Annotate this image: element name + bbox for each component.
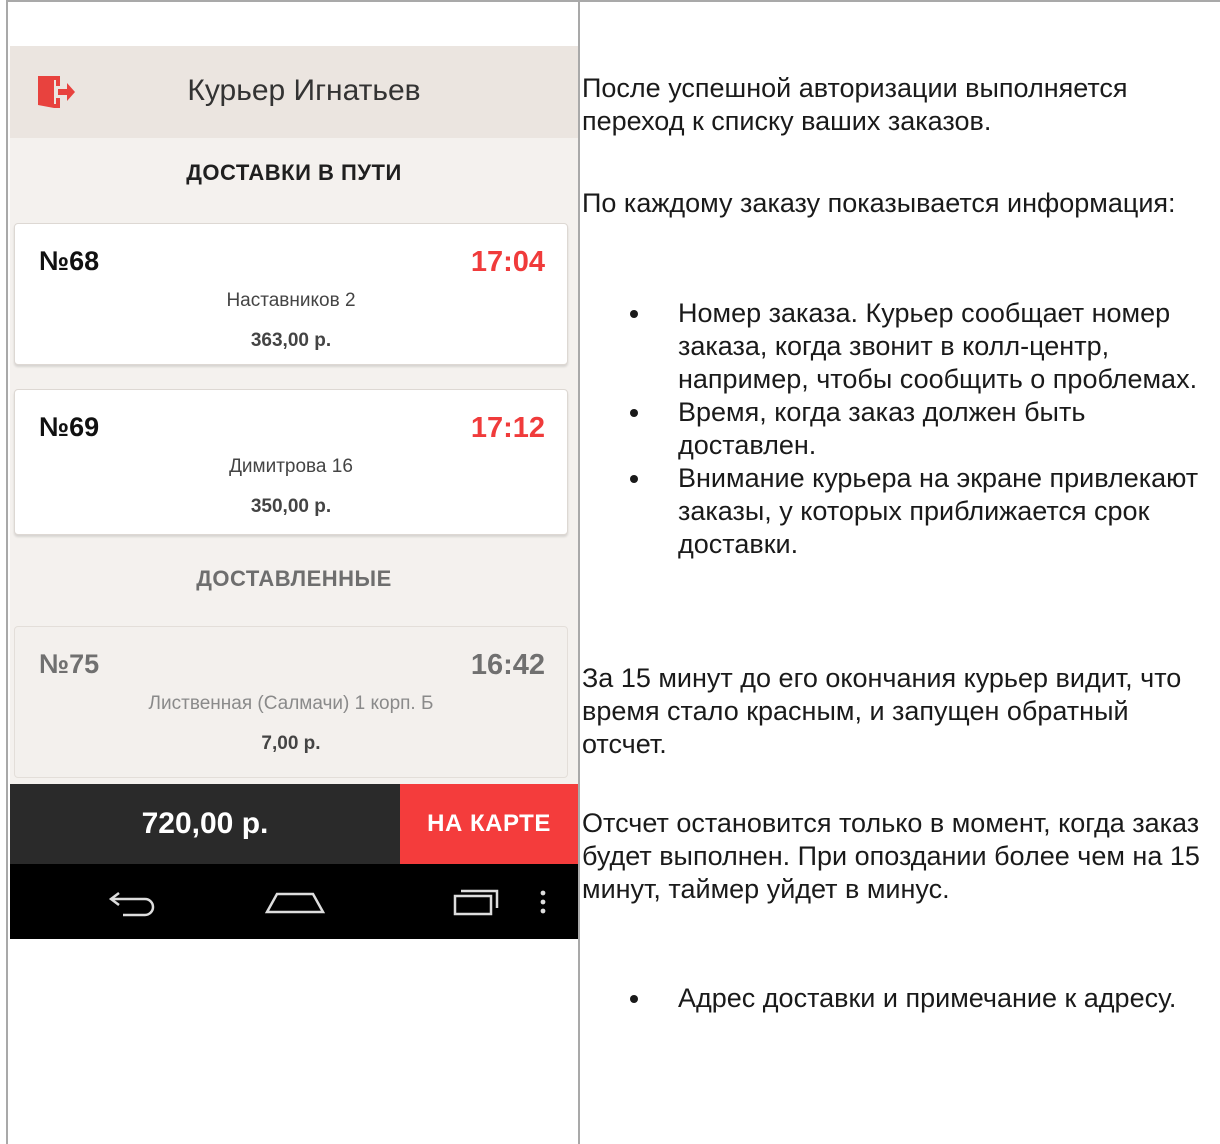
bullet-icon	[630, 409, 638, 417]
bullet-icon	[630, 995, 638, 1003]
on-map-button[interactable]: НА КАРТЕ	[400, 784, 578, 864]
left-border	[6, 0, 8, 1144]
list-item: Адрес доставки и примечание к адресу.	[582, 982, 1218, 1015]
app-bar: Курьер Игнатьев	[10, 46, 578, 138]
table-frame: Курьер Игнатьев ДОСТАВКИ В ПУТИ №68 17:0…	[0, 0, 1220, 1144]
delivered-order-card[interactable]: №75 16:42 Лиственная (Салмачи) 1 корп. Б…	[14, 626, 568, 778]
order-sum: 350,00 р.	[250, 496, 332, 517]
order-number: №69	[39, 412, 100, 442]
section-title-in-transit: ДОСТАВКИ В ПУТИ	[186, 160, 402, 185]
order-address: Лиственная (Салмачи) 1 корп. Б	[148, 693, 434, 714]
order-sum: 7,00 р.	[261, 733, 321, 754]
column-divider	[578, 0, 580, 1144]
bullet-list: Адрес доставки и примечание к адресу.	[582, 982, 1218, 1015]
paragraph: После успешной авторизации выполняется п…	[582, 73, 1128, 136]
order-time: 17:12	[470, 412, 545, 444]
order-sum: 363,00 р.	[250, 330, 332, 351]
order-address: Димитрова 16	[229, 456, 353, 477]
order-number: №75	[39, 649, 100, 679]
order-number: №68	[39, 246, 100, 276]
order-card[interactable]: №69 17:12 Димитрова 16 350,00 р.	[14, 389, 568, 535]
bullet-list: Номер заказа. Курьер сообщает номер зака…	[582, 297, 1218, 561]
paragraph: За 15 минут до его окончания курьер види…	[582, 663, 1182, 759]
bullet-icon	[630, 310, 638, 318]
page-title: Курьер Игнатьев	[187, 74, 421, 107]
order-address: Наставников 2	[226, 290, 356, 311]
android-nav-bar	[10, 864, 578, 939]
order-time: 17:04	[470, 246, 545, 278]
list-item-text: Внимание курьера на экране привлекают за…	[678, 463, 1199, 559]
list-item: Время, когда заказ должен быть доставлен…	[582, 396, 1218, 462]
overflow-menu-icon[interactable]	[528, 864, 558, 939]
courier-app-screen: Курьер Игнатьев ДОСТАВКИ В ПУТИ №68 17:0…	[10, 46, 578, 939]
list-item-text: Номер заказа. Курьер сообщает номер зака…	[678, 298, 1198, 394]
home-icon[interactable]	[255, 864, 335, 939]
back-icon[interactable]	[98, 864, 168, 939]
list-item-text: Время, когда заказ должен быть доставлен…	[678, 397, 1086, 460]
section-title-delivered: ДОСТАВЛЕННЫЕ	[196, 566, 392, 591]
paragraph: По каждому заказу показывается информаци…	[582, 188, 1176, 218]
order-time: 16:42	[470, 649, 545, 681]
order-card[interactable]: №68 17:04 Наставников 2 363,00 р.	[14, 223, 568, 365]
bottom-bar: 720,00 р. НА КАРТЕ	[10, 784, 578, 864]
bullet-icon	[630, 475, 638, 483]
recent-apps-icon[interactable]	[440, 864, 510, 939]
list-item: Внимание курьера на экране привлекают за…	[582, 462, 1218, 561]
list-item: Номер заказа. Курьер сообщает номер зака…	[582, 297, 1218, 396]
top-border	[8, 0, 1220, 2]
list-item-text: Адрес доставки и примечание к адресу.	[678, 983, 1177, 1013]
paragraph: Отсчет остановится только в момент, когд…	[582, 808, 1200, 904]
total-sum: 720,00 р.	[141, 807, 269, 840]
